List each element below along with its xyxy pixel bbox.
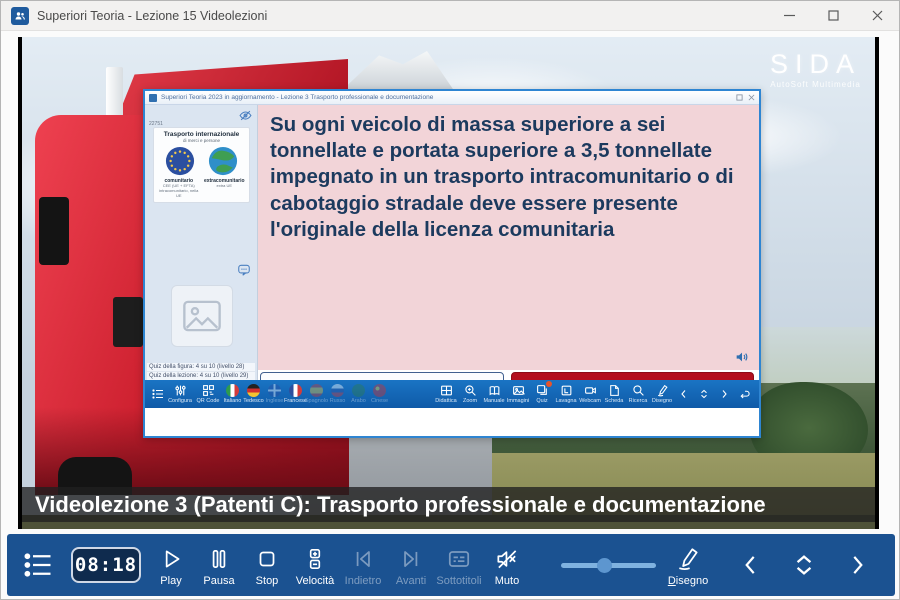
- language-russo[interactable]: Russo: [327, 384, 348, 404]
- time-display: 08:18: [71, 547, 141, 583]
- immagini-button[interactable]: Immagini: [506, 384, 530, 404]
- nav-return-icon[interactable]: [892, 550, 900, 580]
- sida-logo-subtitle: AutoSoft Multimedia: [770, 80, 861, 89]
- ricerca-button[interactable]: Ricerca: [626, 384, 650, 404]
- extracomunitario-sub: extra UE: [202, 184, 248, 189]
- notification-dot: [546, 381, 552, 387]
- france-flag-icon: [289, 384, 302, 397]
- figure-card-title: Trasporto internazionale: [156, 131, 247, 138]
- quiz-app-icon: [149, 94, 157, 102]
- quiz-close-icon[interactable]: [748, 94, 755, 101]
- player-bar: 08:18 Play Pausa Stop Velocità Indietro …: [7, 534, 895, 596]
- nav-expand-icon[interactable]: [790, 551, 818, 579]
- question-text: Su ogni veicolo di massa superiore a sei…: [270, 112, 747, 243]
- quiz-prev-icon[interactable]: [674, 388, 694, 400]
- truck-step: [113, 297, 143, 347]
- italy-flag-icon: [226, 384, 239, 397]
- language-tedesco[interactable]: Tedesco: [243, 384, 264, 404]
- subtitles-button[interactable]: Sottotitoli: [435, 544, 483, 587]
- language-inglese[interactable]: Inglese: [264, 384, 285, 404]
- language-arabo[interactable]: Arabo: [348, 384, 369, 404]
- window-titlebar: Superiori Teoria - Lezione 15 Videolezio…: [1, 1, 899, 31]
- sida-logo-title: SIDA: [770, 49, 861, 80]
- truck-side-window: [39, 197, 69, 265]
- quiz-toolbar: Configura QR Code Italiano Tedesco Ingle…: [145, 380, 759, 408]
- zoom-button[interactable]: Zoom: [458, 384, 482, 404]
- previous-button[interactable]: Indietro: [339, 544, 387, 587]
- quiz-titlebar[interactable]: Superiori Teoria 2023 in aggiornamento -…: [145, 91, 759, 105]
- quiz-menu-icon[interactable]: [150, 388, 166, 400]
- quiz-body: 22751 Trasporto internazionale di merci …: [145, 105, 759, 408]
- speed-button[interactable]: Velocità: [291, 544, 339, 587]
- nav-forward-icon[interactable]: [844, 552, 870, 578]
- draw-button[interactable]: Disegno: [664, 544, 712, 587]
- quiz-window: Superiori Teoria 2023 in aggiornamento -…: [143, 89, 761, 438]
- lavagna-button[interactable]: Lavagna: [554, 384, 578, 404]
- truck-exhaust-stack: [106, 67, 123, 119]
- next-button[interactable]: Avanti: [387, 544, 435, 587]
- configura-button[interactable]: Configura: [166, 384, 194, 404]
- quiz-figure-panel: 22751 Trasporto internazionale di merci …: [145, 105, 258, 408]
- quiz-next-icon[interactable]: [714, 388, 734, 400]
- figure-card: Trasporto internazionale di merci e pers…: [153, 127, 250, 203]
- app-window: Superiori Teoria - Lezione 15 Videolezio…: [0, 0, 900, 600]
- quiz-return-icon[interactable]: [734, 388, 754, 401]
- language-spagnolo[interactable]: Spagnolo: [306, 384, 327, 404]
- quiz-stats: Quiz della figura: 4 su 10 (livello 28) …: [147, 363, 255, 381]
- app-icon: [11, 7, 29, 25]
- quiz-maximize-icon[interactable]: [736, 94, 743, 101]
- stop-button[interactable]: Stop: [243, 544, 291, 587]
- playlist-icon[interactable]: [23, 550, 53, 580]
- image-placeholder: [171, 285, 233, 347]
- play-button[interactable]: Play: [147, 544, 195, 587]
- language-cinese[interactable]: Cinese: [369, 384, 390, 404]
- language-italiano[interactable]: Italiano: [222, 384, 243, 404]
- pause-button[interactable]: Pausa: [195, 544, 243, 587]
- uk-flag-icon: [268, 384, 281, 397]
- maximize-icon[interactable]: [811, 1, 855, 31]
- video-caption: Videolezione 3 (Patenti C): Trasporto pr…: [22, 487, 875, 522]
- scheda-button[interactable]: Scheda: [602, 384, 626, 404]
- comunitario-sub: CEE (UE + EFTA) intracomunitario, nella …: [156, 184, 202, 198]
- germany-flag-icon: [247, 384, 260, 397]
- china-flag-icon: [373, 384, 386, 397]
- arabic-flag-icon: [352, 384, 365, 397]
- nav-back-icon[interactable]: [738, 552, 764, 578]
- webcam-button[interactable]: Webcam: [578, 384, 602, 404]
- eu-flag-icon: [165, 146, 195, 176]
- quiz-shuffle-icon[interactable]: [694, 388, 714, 400]
- speaker-icon[interactable]: [734, 349, 750, 365]
- quiz-button[interactable]: Quiz: [530, 384, 554, 404]
- comment-bubble-icon[interactable]: [237, 263, 251, 277]
- mute-button[interactable]: Muto: [483, 544, 531, 587]
- minimize-icon[interactable]: [767, 1, 811, 31]
- close-icon[interactable]: [855, 1, 899, 31]
- stat-figure: Quiz della figura: 4 su 10 (livello 28): [147, 363, 255, 372]
- spain-flag-icon: [310, 384, 323, 397]
- russia-flag-icon: [331, 384, 344, 397]
- qr-code-button[interactable]: QR Code: [194, 384, 222, 404]
- hide-figure-icon[interactable]: [239, 109, 252, 122]
- quiz-title: Superiori Teoria 2023 in aggiornamento -…: [161, 94, 731, 101]
- disegno-button[interactable]: Disegno: [650, 384, 674, 404]
- manuale-button[interactable]: Manuale: [482, 384, 506, 404]
- question-panel: Su ogni veicolo di massa superiore a sei…: [258, 105, 759, 370]
- didattica-button[interactable]: Didattica: [434, 384, 458, 404]
- language-francese[interactable]: Francese: [285, 384, 306, 404]
- sida-logo: SIDA AutoSoft Multimedia: [770, 49, 861, 89]
- volume-thumb[interactable]: [597, 558, 612, 573]
- globe-icon: [208, 146, 238, 176]
- window-title: Superiori Teoria - Lezione 15 Videolezio…: [37, 9, 267, 23]
- volume-slider[interactable]: [561, 555, 656, 575]
- figure-card-subtitle: di merci e persone: [156, 138, 247, 143]
